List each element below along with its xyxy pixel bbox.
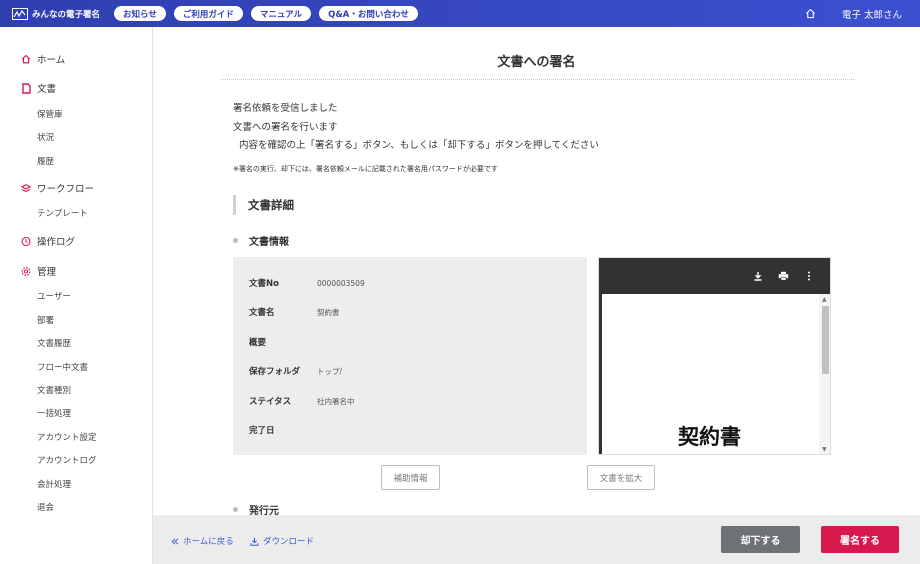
scroll-thumb[interactable] — [822, 306, 829, 374]
field-label: 概要 — [249, 338, 267, 348]
field-row: 文書名 契約書 — [249, 306, 340, 319]
sidebar-item-template[interactable]: テンプレート — [37, 207, 88, 219]
field-value: 契約書 — [317, 307, 340, 317]
main-content: 文書への署名 署名依頼を受信しました 文書への署名を行います 内容を確認の上「署… — [153, 27, 920, 517]
page-title: 文書への署名 — [497, 55, 576, 70]
pdf-viewer[interactable]: 契約書 ▲ ▼ — [598, 257, 831, 455]
nav-manual[interactable]: マニュアル — [250, 6, 312, 21]
download-icon[interactable] — [752, 270, 764, 282]
reject-button[interactable]: 却下する — [721, 526, 800, 553]
top-header: みんなの電子署名 お知らせ ご利用ガイド マニュアル Q&A・お問い合わせ 電子… — [0, 0, 920, 27]
field-value: 社内署名中 — [317, 396, 355, 406]
gear-icon — [21, 266, 31, 276]
sidebar-item-document-history[interactable]: 文書履歴 — [37, 337, 71, 349]
pdf-toolbar — [599, 258, 830, 294]
sidebar-item-bulk-processing[interactable]: 一括処理 — [37, 407, 71, 419]
field-value: トップ/ — [317, 366, 343, 376]
supplement-info-button[interactable]: 補助情報 — [381, 465, 440, 490]
download-label: ダウンロード — [263, 537, 315, 547]
field-row: 保存フォルダ トップ/ — [249, 365, 343, 378]
app-logo[interactable]: みんなの電子署名 — [12, 7, 101, 20]
app-name: みんなの電子署名 — [32, 9, 101, 20]
sidebar-item-label: 操作ログ — [37, 237, 76, 248]
doc-info-title: 文書情報 — [249, 237, 289, 248]
sidebar-item-admin[interactable]: 管理 — [21, 264, 56, 278]
sidebar-item-documents[interactable]: 文書 — [21, 81, 56, 95]
field-value: 0000003509 — [317, 278, 365, 288]
layers-icon — [21, 183, 31, 193]
back-home-link[interactable]: ホームに戻る — [171, 535, 234, 547]
sidebar-item-label: 文書 — [37, 84, 57, 95]
pdf-scrollbar[interactable]: ▲ ▼ — [819, 294, 830, 454]
sidebar-item-label: ワークフロー — [37, 184, 95, 195]
print-icon[interactable] — [777, 270, 789, 282]
sidebar-item-label: ホーム — [37, 55, 66, 66]
nav-news[interactable]: お知らせ — [114, 6, 166, 21]
sidebar-item-departments[interactable]: 部署 — [37, 314, 54, 326]
document-preview-heading: 契約書 — [678, 425, 741, 449]
sidebar-item-users[interactable]: ユーザー — [37, 290, 71, 302]
password-note: ※署名の実行、却下には、署名依頼メールに記載された署名用パスワードが必要です — [233, 165, 498, 173]
field-label: 完了日 — [249, 426, 275, 436]
message-line: 文書への署名を行います — [233, 122, 338, 133]
sidebar-item-home[interactable]: ホーム — [21, 52, 65, 66]
field-label: ステイタス — [249, 397, 292, 407]
document-info-panel: 文書No 0000003509 文書名 契約書 概要 保存フォルダ トップ/ ス… — [233, 257, 587, 455]
sidebar-item-withdraw[interactable]: 退会 — [37, 501, 54, 513]
double-chevron-left-icon — [171, 537, 179, 545]
sidebar-item-history[interactable]: 履歴 — [37, 155, 54, 167]
field-row: 概要 — [249, 336, 317, 348]
sidebar-item-workflow[interactable]: ワークフロー — [21, 181, 94, 195]
sign-button[interactable]: 署名する — [821, 526, 899, 553]
sidebar-item-account-settings[interactable]: アカウント設定 — [37, 431, 97, 443]
expand-document-button[interactable]: 文書を拡大 — [587, 465, 655, 490]
document-icon — [21, 82, 31, 94]
sidebar: ホーム 文書 保管庫 状況 履歴 ワークフロー テンプレート 操作ログ 管理 ユ… — [0, 27, 153, 564]
sidebar-item-label: 管理 — [37, 267, 57, 278]
message-line: 署名依頼を受信しました — [233, 103, 338, 114]
sidebar-item-operation-log[interactable]: 操作ログ — [21, 234, 75, 248]
sidebar-item-storage[interactable]: 保管庫 — [37, 108, 63, 120]
nav-qa-contact[interactable]: Q&A・お問い合わせ — [319, 6, 418, 21]
more-vertical-icon[interactable] — [803, 270, 815, 282]
sidebar-item-flow-documents[interactable]: フロー中文書 — [37, 361, 88, 373]
scroll-up-icon[interactable]: ▲ — [822, 296, 827, 303]
nav-guide[interactable]: ご利用ガイド — [173, 6, 243, 21]
pdf-page: 契約書 — [599, 294, 819, 454]
clock-icon — [21, 236, 31, 246]
field-row: ステイタス 社内署名中 — [249, 395, 355, 408]
section-title: 文書詳細 — [233, 195, 294, 215]
sidebar-item-document-types[interactable]: 文書種別 — [37, 384, 71, 396]
bullet-dot-icon — [233, 507, 238, 512]
signature-logo-icon — [12, 7, 28, 20]
home-icon — [21, 54, 31, 64]
sidebar-item-status[interactable]: 状況 — [37, 131, 54, 143]
bullet-dot-icon — [233, 238, 238, 243]
field-label: 文書名 — [249, 308, 275, 318]
doc-info-heading: 文書情報 — [233, 233, 289, 248]
field-row: 完了日 — [249, 424, 317, 436]
download-link[interactable]: ダウンロード — [250, 535, 314, 547]
message-line: 内容を確認の上「署名する」ボタン、もしくは「却下する」ボタンを押してください — [239, 140, 599, 151]
field-label: 保存フォルダ — [249, 367, 301, 377]
sidebar-item-accounting[interactable]: 会計処理 — [37, 478, 71, 490]
field-label: 文書No — [249, 279, 279, 289]
action-footer: ホームに戻る ダウンロード 却下する 署名する — [153, 515, 920, 564]
scroll-down-icon[interactable]: ▼ — [822, 446, 827, 453]
field-row: 文書No 0000003509 — [249, 277, 365, 290]
back-home-label: ホームに戻る — [183, 537, 234, 547]
user-name[interactable]: 電子 太郎さん — [842, 7, 902, 21]
title-divider — [221, 79, 854, 80]
sidebar-item-account-log[interactable]: アカウントログ — [37, 454, 97, 466]
home-icon[interactable] — [805, 8, 816, 19]
download-icon — [250, 537, 259, 546]
